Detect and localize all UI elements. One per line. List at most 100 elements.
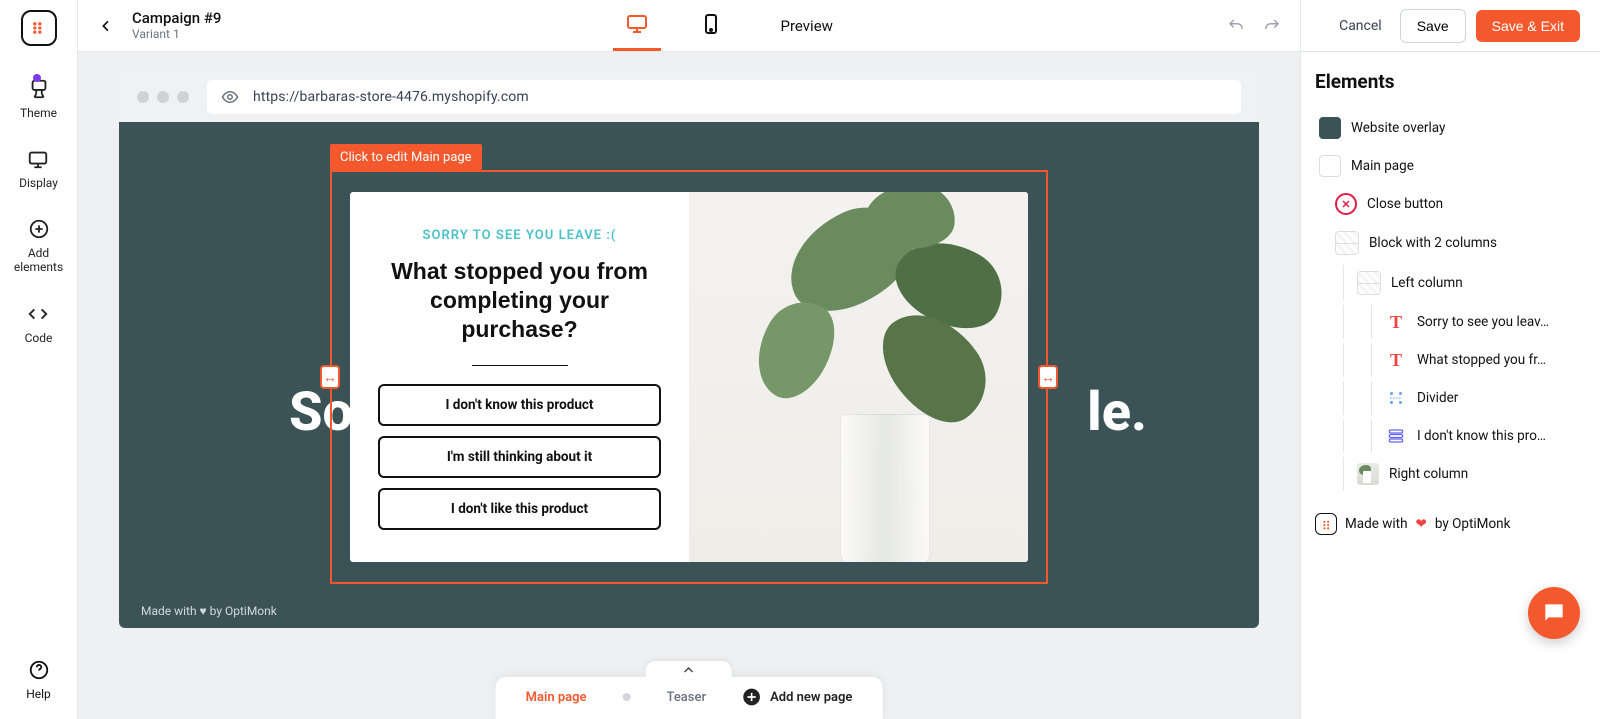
popup-option-3[interactable]: I don't like this product [378,488,661,530]
back-button[interactable] [94,14,118,38]
sidebar-label-add-elements: Add elements [14,246,63,275]
display-icon [27,148,49,170]
pages-bar-handle[interactable] [646,661,732,679]
node-label: What stopped you fr… [1417,352,1546,368]
sidebar-item-add-elements[interactable]: Add elements [14,218,63,275]
node-text-heading[interactable]: T What stopped you fr… [1315,343,1586,377]
undo-button[interactable] [1224,14,1248,38]
topbar: Campaign #9 Variant 1 Preview [78,0,1300,52]
plant-illustration [755,204,1015,562]
header-actions: Cancel Save Save & Exit [1300,0,1600,52]
overlay-thumb [1319,117,1341,139]
preview-link[interactable]: Preview [781,17,833,35]
heart-icon: ❤ [1416,516,1427,532]
plus-circle-icon [28,218,50,240]
node-block-2col[interactable]: Block with 2 columns [1315,225,1586,261]
node-divider[interactable]: Divider [1315,381,1586,415]
popup-frame[interactable]: Click to edit Main page ↔ ↔ SORRY TO SEE… [330,170,1048,584]
campaign-title-block: Campaign #9 Variant 1 [132,9,221,41]
plus-circle-icon [742,687,762,707]
node-label: Right column [1389,466,1468,482]
undo-icon [1227,17,1245,35]
sidebar-item-display[interactable]: Display [19,148,58,190]
popup-eyebrow: SORRY TO SEE YOU LEAVE :( [423,228,617,243]
panel-title: Elements [1315,70,1586,93]
notification-dot [33,74,41,82]
panel-footer: Made with ❤ by OptiMonk [1315,507,1586,551]
help-icon [28,659,50,681]
node-label: Divider [1417,390,1458,406]
node-label: I don't know this pro… [1417,428,1546,444]
elements-tree: Website overlay Main page Close button B… [1315,111,1586,491]
node-website-overlay[interactable]: Website overlay [1315,111,1586,145]
app-logo[interactable] [21,10,57,46]
redo-button[interactable] [1260,14,1284,38]
footer-post: by OptiMonk [1435,516,1511,532]
node-close-button[interactable]: Close button [1315,187,1586,221]
node-main-page[interactable]: Main page [1315,149,1586,183]
resize-handle-right[interactable]: ↔ [1038,365,1058,389]
left-sidebar: Theme Display Add elements Code Help [0,0,78,719]
campaign-subtitle: Variant 1 [132,27,221,41]
node-label: Close button [1367,196,1443,212]
resize-handle-left[interactable]: ↔ [320,365,340,389]
add-page-button[interactable]: Add new page [742,687,852,707]
made-with-label: Made with ♥ by OptiMonk [141,604,277,618]
browser-preview: https://barbaras-store-4476.myshopify.co… [119,72,1259,628]
chevron-up-icon [681,662,697,678]
chat-icon [1541,600,1567,626]
divider-icon [1385,387,1407,409]
columns-thumb [1335,231,1359,255]
page-tab-teaser[interactable]: Teaser [667,690,707,705]
node-text-sorry[interactable]: T Sorry to see you leav… [1315,305,1586,339]
cancel-button[interactable]: Cancel [1331,12,1390,40]
url-bar[interactable]: https://barbaras-store-4476.myshopify.co… [207,80,1241,114]
editor-canvas: https://barbaras-store-4476.myshopify.co… [78,52,1300,719]
pages-bar: Main page Teaser Add new page [496,677,883,719]
campaign-title: Campaign #9 [132,9,221,27]
eye-icon [221,88,239,106]
device-desktop-button[interactable] [613,1,661,51]
save-button[interactable]: Save [1400,9,1466,43]
desktop-icon [625,12,649,36]
popup: SORRY TO SEE YOU LEAVE :( What stopped y… [350,192,1028,562]
node-label: Main page [1351,158,1414,174]
node-right-column[interactable]: Right column [1315,457,1586,491]
node-label: Sorry to see you leav… [1417,314,1549,330]
redo-icon [1263,17,1281,35]
sidebar-label-help: Help [26,687,51,701]
page-preview: So le. Click to edit Main page ↔ ↔ SORRY… [119,122,1259,628]
mobile-icon [699,12,723,36]
node-label: Left column [1391,275,1463,291]
frame-label[interactable]: Click to edit Main page [330,144,482,171]
popup-option-2[interactable]: I'm still thinking about it [378,436,661,478]
page-tab-main[interactable]: Main page [526,690,587,705]
sidebar-label-code: Code [25,331,53,345]
logo-icon [29,18,49,38]
node-label: Block with 2 columns [1369,235,1497,251]
button-stack-icon [1385,425,1407,447]
chat-button[interactable] [1528,587,1580,639]
text-icon: T [1385,349,1407,371]
sidebar-item-help[interactable]: Help [26,659,51,701]
image-thumb [1357,463,1379,485]
bg-text-right: le. [1087,381,1147,444]
sidebar-item-code[interactable]: Code [25,303,53,345]
sidebar-label-theme: Theme [20,106,57,120]
url-text: https://barbaras-store-4476.myshopify.co… [253,89,529,105]
page-separator-dot [623,693,631,701]
text-icon: T [1385,311,1407,333]
popup-right-column [689,192,1028,562]
node-label: Website overlay [1351,120,1445,136]
save-exit-button[interactable]: Save & Exit [1476,10,1580,42]
code-icon [27,303,49,325]
page-thumb [1319,155,1341,177]
node-left-column[interactable]: Left column [1315,265,1586,301]
column-thumb [1357,271,1381,295]
popup-heading: What stopped you from completing your pu… [378,257,661,343]
popup-left-column: SORRY TO SEE YOU LEAVE :( What stopped y… [350,192,689,562]
node-option-button[interactable]: I don't know this pro… [1315,419,1586,453]
device-mobile-button[interactable] [687,1,735,51]
sidebar-item-theme[interactable]: Theme [20,78,57,120]
popup-option-1[interactable]: I don't know this product [378,384,661,426]
